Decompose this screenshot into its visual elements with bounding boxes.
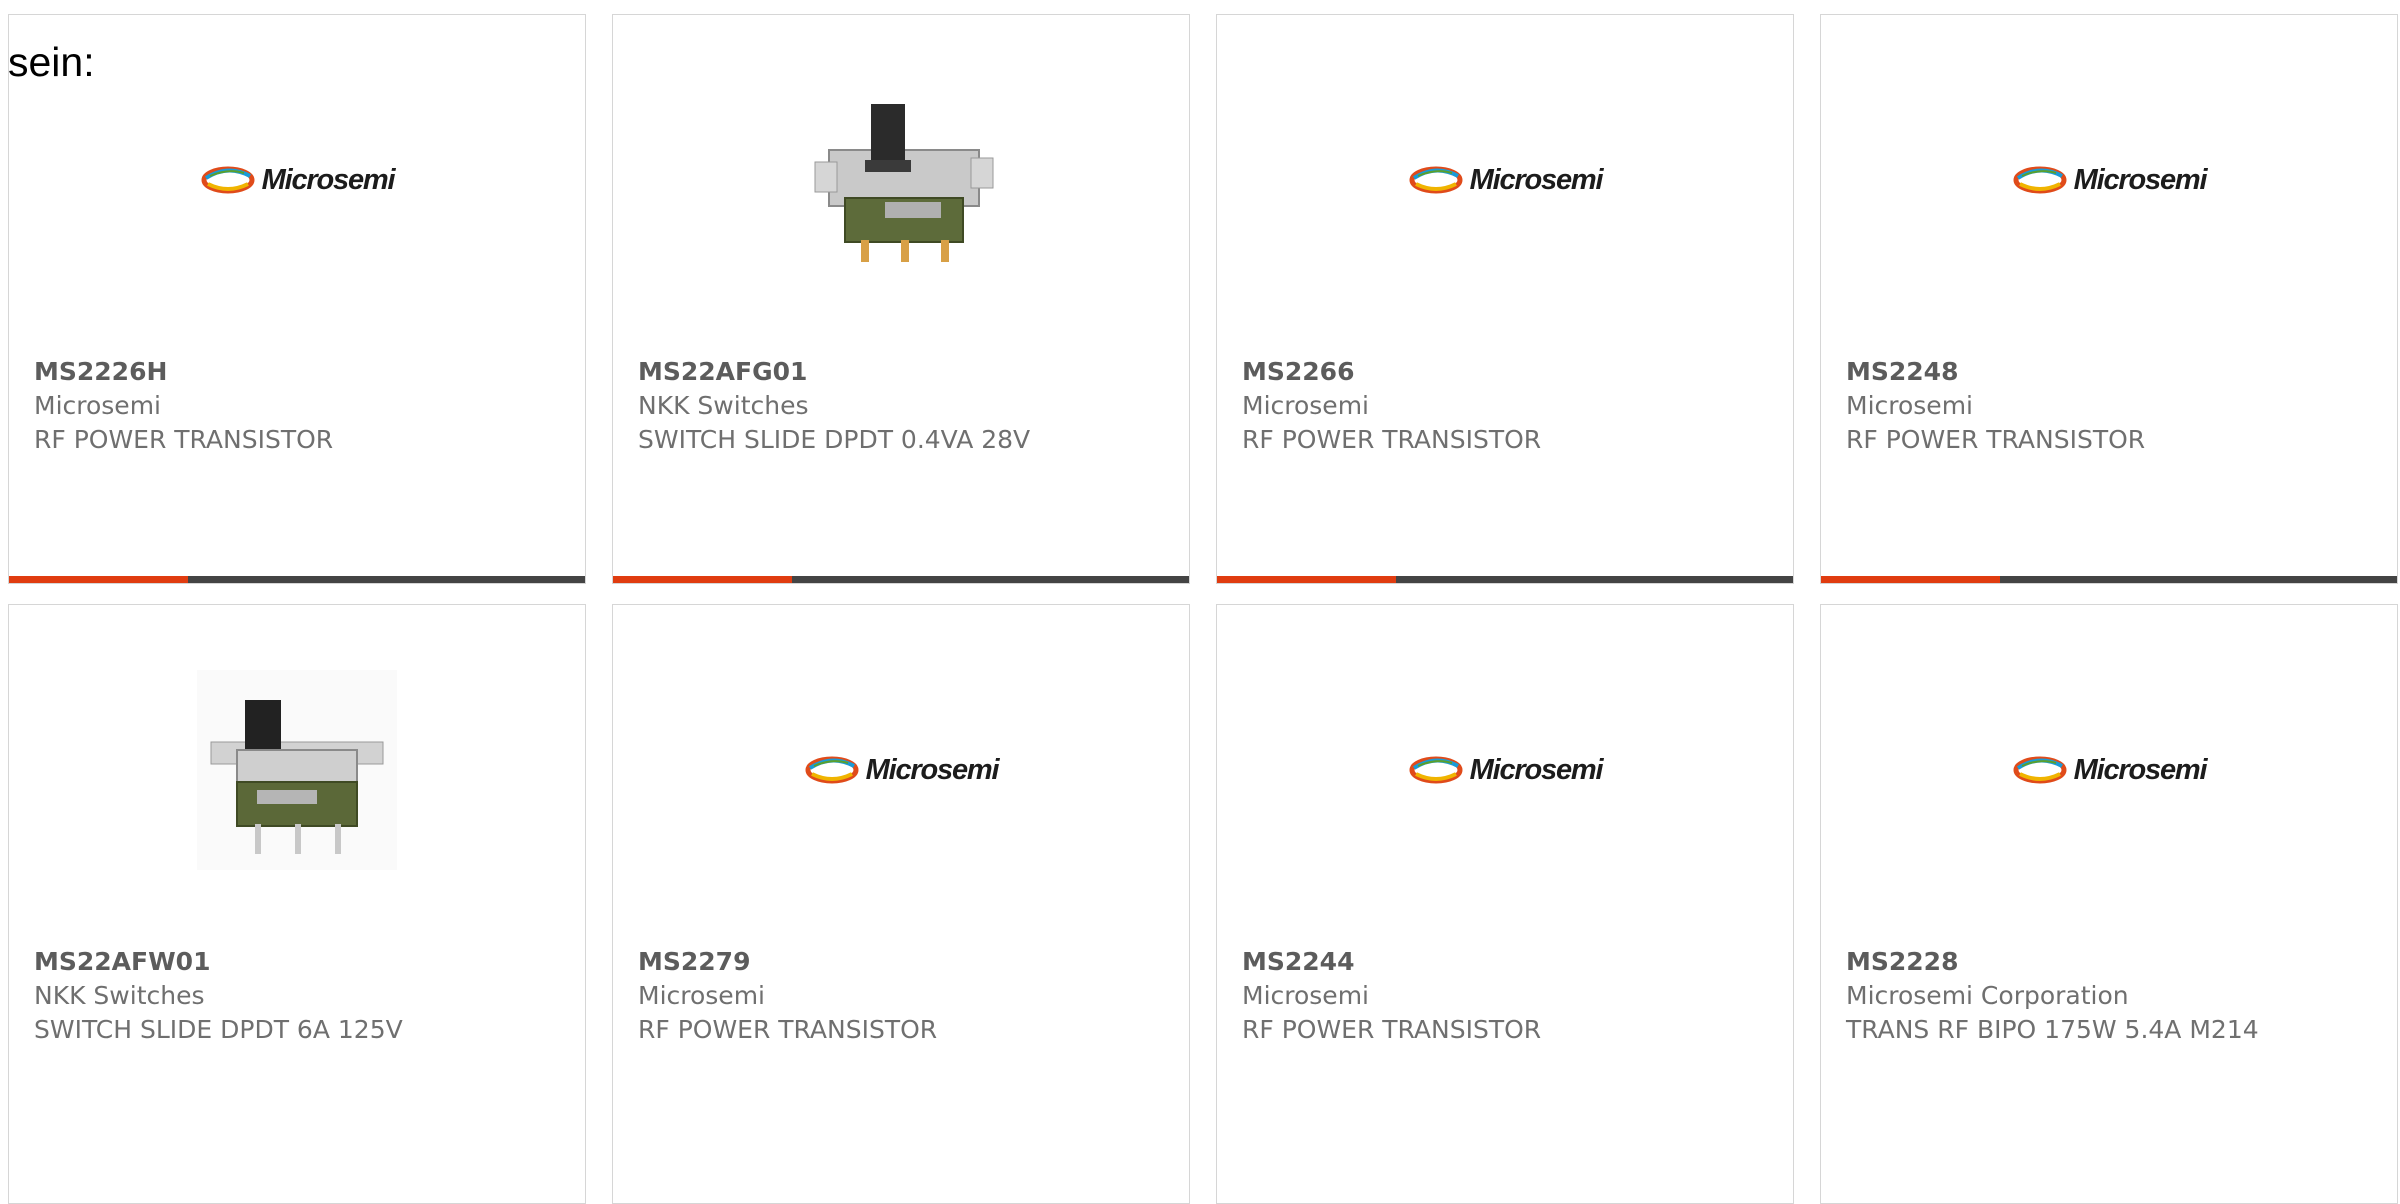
part-number[interactable]: MS2279 [638,945,1169,979]
description: RF POWER TRANSISTOR [638,1015,938,1044]
product-card[interactable]: Microsemi MS2279 Microsemi RF POWER TRAN… [612,604,1190,1204]
progress-bar [1821,576,2397,583]
microsemi-logo-icon: Microsemi [2012,163,2208,197]
manufacturer: Microsemi [1846,391,1973,420]
part-number[interactable]: MS2226H [34,355,565,389]
part-number[interactable]: MS22AFG01 [638,355,1169,389]
intro-text: sein: [8,39,95,85]
description: RF POWER TRANSISTOR [1846,425,2146,454]
product-image: Microsemi [9,80,585,280]
product-image: Microsemi [1217,670,1793,870]
product-card[interactable]: MS22AFW01 NKK Switches SWITCH SLIDE DPDT… [8,604,586,1204]
progress-bar [9,576,585,583]
microsemi-logo-icon: Microsemi [1408,753,1604,787]
description: SWITCH SLIDE DPDT 0.4VA 28V [638,425,1031,454]
product-card[interactable]: Microsemi MS2248 Microsemi RF POWER TRAN… [1820,14,2398,584]
description: RF POWER TRANSISTOR [1242,425,1542,454]
product-card[interactable]: Microsemi MS2244 Microsemi RF POWER TRAN… [1216,604,1794,1204]
product-grid: Microsemi MS2226H Microsemi RF POWER TRA… [8,14,2398,1204]
product-image [9,670,585,870]
logo-text: Microsemi [2073,163,2208,196]
part-number[interactable]: MS2248 [1846,355,2377,389]
description: RF POWER TRANSISTOR [1242,1015,1542,1044]
product-card[interactable]: Microsemi MS2266 Microsemi RF POWER TRAN… [1216,14,1794,584]
part-number[interactable]: MS22AFW01 [34,945,565,979]
manufacturer: Microsemi [34,391,161,420]
logo-text: Microsemi [1469,163,1604,196]
product-image: Microsemi [1821,80,2397,280]
logo-text: Microsemi [261,163,396,196]
logo-text: Microsemi [2073,753,2208,786]
manufacturer: NKK Switches [638,391,809,420]
manufacturer: Microsemi [1242,981,1369,1010]
product-image: Microsemi [1821,670,2397,870]
progress-fill [613,576,792,583]
microsemi-logo-icon: Microsemi [200,163,396,197]
progress-bar [1217,576,1793,583]
microsemi-logo-icon: Microsemi [2012,753,2208,787]
product-image [613,80,1189,280]
part-number[interactable]: MS2244 [1242,945,1773,979]
microsemi-logo-icon: Microsemi [1408,163,1604,197]
manufacturer: Microsemi [638,981,765,1010]
progress-fill [1821,576,2000,583]
progress-bar [613,576,1189,583]
progress-fill [9,576,188,583]
product-card[interactable]: Microsemi MS2226H Microsemi RF POWER TRA… [8,14,586,584]
part-number[interactable]: MS2228 [1846,945,2377,979]
logo-text: Microsemi [865,753,1000,786]
part-number[interactable]: MS2266 [1242,355,1773,389]
logo-text: Microsemi [1469,753,1604,786]
microsemi-logo-icon: Microsemi [804,753,1000,787]
manufacturer: NKK Switches [34,981,205,1010]
description: TRANS RF BIPO 175W 5.4A M214 [1846,1015,2259,1044]
slide-switch-icon [801,80,1001,280]
progress-fill [1217,576,1396,583]
manufacturer: Microsemi Corporation [1846,981,2129,1010]
description: SWITCH SLIDE DPDT 6A 125V [34,1015,403,1044]
product-image: Microsemi [1217,80,1793,280]
manufacturer: Microsemi [1242,391,1369,420]
slide-switch-icon [197,670,397,870]
product-card[interactable]: MS22AFG01 NKK Switches SWITCH SLIDE DPDT… [612,14,1190,584]
product-card[interactable]: Microsemi MS2228 Microsemi Corporation T… [1820,604,2398,1204]
description: RF POWER TRANSISTOR [34,425,334,454]
product-image: Microsemi [613,670,1189,870]
